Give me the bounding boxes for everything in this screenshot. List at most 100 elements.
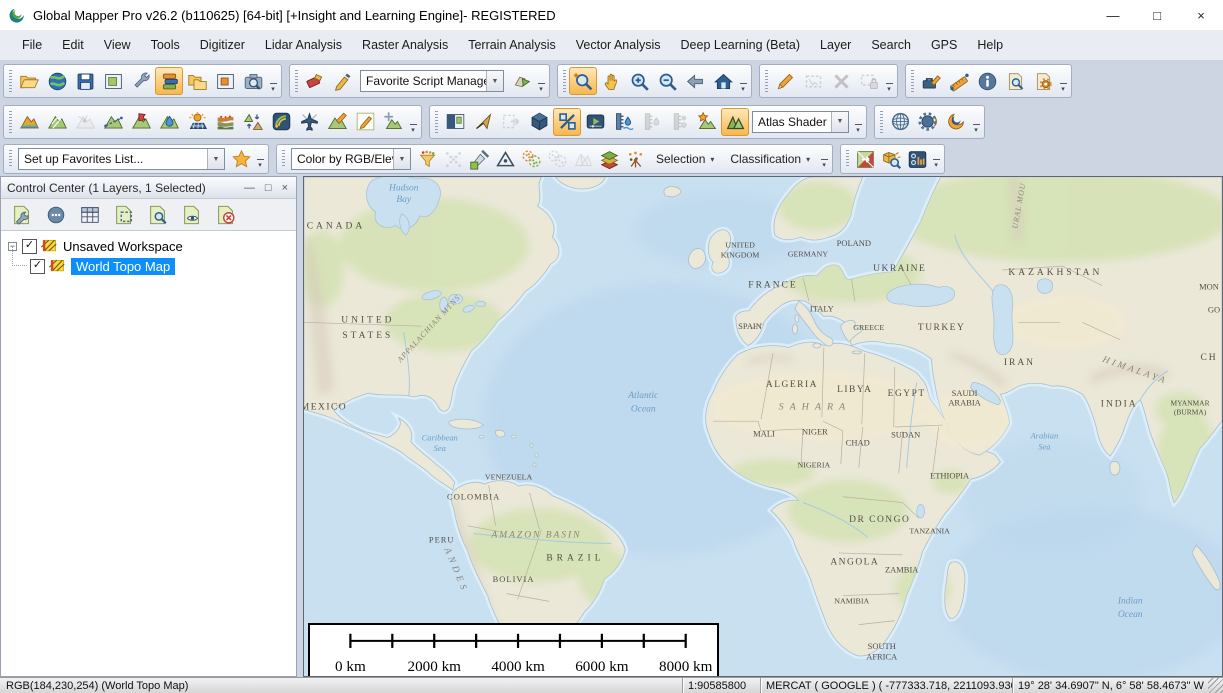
- menu-tools[interactable]: Tools: [141, 38, 190, 52]
- selection-dropdown[interactable]: Selection▾: [648, 147, 722, 171]
- image-swipe-button[interactable]: [852, 146, 878, 172]
- toolbar-drag-handle[interactable]: [295, 70, 298, 92]
- lidar-ground-classify-button[interactable]: [492, 146, 518, 172]
- zoom-out-button[interactable]: [653, 67, 681, 95]
- save-workspace-button[interactable]: [71, 67, 99, 95]
- web-features-button[interactable]: [886, 108, 914, 136]
- previous-view-button[interactable]: [681, 67, 709, 95]
- toolbar-drag-handle[interactable]: [435, 111, 438, 133]
- lidar-noise-classify-button[interactable]: [518, 146, 544, 172]
- menu-layer[interactable]: Layer: [810, 38, 861, 52]
- workspace-label[interactable]: Unsaved Workspace: [63, 239, 183, 254]
- split-view-button[interactable]: [441, 108, 469, 136]
- menu-gps[interactable]: GPS: [921, 38, 967, 52]
- projection-settings-button[interactable]: [914, 108, 942, 136]
- favorite-script-combo-arrow[interactable]: ▼: [486, 71, 503, 91]
- control-center-button[interactable]: [155, 67, 183, 95]
- solar-radiance-button[interactable]: [183, 108, 211, 136]
- path-profile-button[interactable]: [99, 108, 127, 136]
- histogram-panel-button[interactable]: [904, 146, 930, 172]
- menu-deep-learning-beta[interactable]: Deep Learning (Beta): [671, 38, 811, 52]
- layer-search-button[interactable]: [146, 203, 170, 227]
- toolbar-drag-handle[interactable]: [880, 111, 883, 133]
- lidar-layers-button[interactable]: [596, 146, 622, 172]
- slope-shader-button[interactable]: [553, 108, 581, 136]
- lidar-color-combo[interactable]: Color by RGB/Elev▼: [291, 148, 411, 170]
- lidar-color-combo-arrow[interactable]: ▼: [393, 149, 410, 169]
- menu-help[interactable]: Help: [967, 38, 1013, 52]
- lidar-filter-button[interactable]: [414, 146, 440, 172]
- toolbar-drag-handle[interactable]: [282, 150, 285, 168]
- close-button[interactable]: ×: [1179, 0, 1223, 30]
- screen-capture-button[interactable]: [239, 67, 267, 95]
- minimize-button[interactable]: —: [1091, 0, 1135, 30]
- resize-grip[interactable]: [1208, 678, 1223, 693]
- feature-info-button[interactable]: [973, 67, 1001, 95]
- menu-lidar-analysis[interactable]: Lidar Analysis: [255, 38, 352, 52]
- classification-dropdown[interactable]: Classification▾: [722, 147, 818, 171]
- layer-checkbox[interactable]: ✓: [30, 259, 45, 274]
- toolbar-overflow-button[interactable]: ▾: [970, 107, 982, 137]
- layer-attributes-button[interactable]: [78, 203, 102, 227]
- pan-button[interactable]: [597, 67, 625, 95]
- toolbar-overflow-button[interactable]: ▾: [818, 146, 830, 172]
- flight-path-button[interactable]: [295, 108, 323, 136]
- layer-visibility-button[interactable]: [180, 203, 204, 227]
- menu-file[interactable]: File: [12, 38, 52, 52]
- terrain-shift-button[interactable]: [379, 108, 407, 136]
- pour-point-button[interactable]: [155, 108, 183, 136]
- shader-combo[interactable]: Atlas Shader▼: [752, 111, 849, 133]
- atlas-shader-toggle-button[interactable]: [721, 108, 749, 136]
- configuration-button[interactable]: [127, 67, 155, 95]
- script-run-button[interactable]: [507, 67, 535, 95]
- layer-label[interactable]: World Topo Map: [71, 258, 175, 275]
- panel-close-button[interactable]: ×: [282, 182, 288, 194]
- tree-item-unsaved-workspace[interactable]: −✓Unsaved Workspace: [3, 236, 294, 256]
- script-record-button[interactable]: [301, 67, 329, 95]
- open-all-files-button[interactable]: [183, 67, 211, 95]
- pixel-search-button[interactable]: [878, 146, 904, 172]
- zoom-box-button[interactable]: [569, 67, 597, 95]
- toolbar-overflow-button[interactable]: ▾: [254, 146, 266, 172]
- toolbar-drag-handle[interactable]: [563, 70, 566, 92]
- menu-search[interactable]: Search: [861, 38, 921, 52]
- gm-extensions-button[interactable]: [942, 108, 970, 136]
- terrain-sculpting-button[interactable]: [351, 108, 379, 136]
- menu-digitizer[interactable]: Digitizer: [190, 38, 255, 52]
- toolbar-overflow-button[interactable]: ▾: [930, 146, 942, 172]
- toolbar-drag-handle[interactable]: [9, 70, 12, 92]
- menu-view[interactable]: View: [94, 38, 141, 52]
- watershed-button[interactable]: [127, 108, 155, 136]
- full-view-button[interactable]: [709, 67, 737, 95]
- map-canvas[interactable]: HudsonBayAtlanticOceanCaribbeanSeaArabia…: [303, 176, 1223, 677]
- toolbar-overflow-button[interactable]: ▾: [267, 66, 279, 96]
- toolbar-overflow-button[interactable]: ▾: [852, 107, 864, 137]
- maximize-button[interactable]: □: [1135, 0, 1179, 30]
- toolbar-overflow-button[interactable]: ▾: [737, 66, 749, 96]
- measure-button[interactable]: [945, 67, 973, 95]
- terrain-painting-button[interactable]: [323, 108, 351, 136]
- layer-metadata-button[interactable]: [44, 203, 68, 227]
- favorites-combo-arrow[interactable]: ▼: [207, 149, 224, 169]
- fly-through-button[interactable]: [581, 108, 609, 136]
- toolbar-drag-handle[interactable]: [9, 150, 12, 168]
- panel-maximize-button[interactable]: □: [265, 182, 272, 194]
- open-file-button[interactable]: [15, 67, 43, 95]
- search-vector-data-button[interactable]: [1001, 67, 1029, 95]
- raster-strata-button[interactable]: [211, 108, 239, 136]
- zoom-in-button[interactable]: [625, 67, 653, 95]
- menu-edit[interactable]: Edit: [52, 38, 94, 52]
- toolbar-drag-handle[interactable]: [9, 111, 12, 133]
- toolbar-drag-handle[interactable]: [765, 70, 768, 92]
- zoom-to-selected-button[interactable]: [112, 203, 136, 227]
- custom-shader-button[interactable]: [693, 108, 721, 136]
- digitizer-edit-button[interactable]: [771, 67, 799, 95]
- favorites-combo[interactable]: Set up Favorites List...▼: [18, 148, 225, 170]
- open-online-button[interactable]: [43, 67, 71, 95]
- toolbar-overflow-button[interactable]: ▾: [883, 66, 895, 96]
- close-layers-button[interactable]: [214, 203, 238, 227]
- favorites-star-button[interactable]: [228, 146, 254, 172]
- overlay-options-button[interactable]: [1029, 67, 1057, 95]
- toolbar-overflow-button[interactable]: ▾: [407, 107, 419, 137]
- lidar-classify-tool-button[interactable]: [622, 146, 648, 172]
